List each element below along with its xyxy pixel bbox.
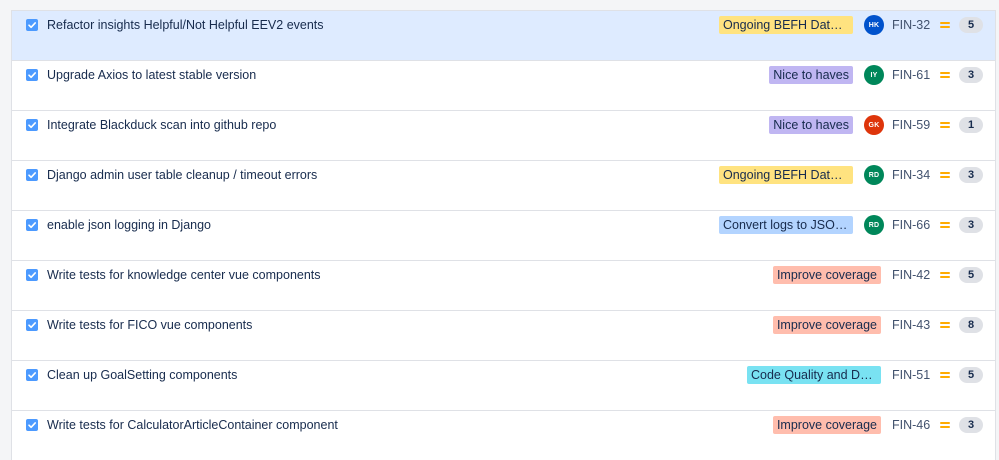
- epic-lozenge[interactable]: Code Quality and Doc...: [747, 366, 881, 384]
- issue-type-task-icon: [26, 419, 38, 431]
- issue-summary[interactable]: enable json logging in Django: [47, 217, 211, 233]
- issue-row-7[interactable]: Write tests for FICO vue components Impr…: [12, 310, 995, 360]
- epic-lozenge[interactable]: Improve coverage: [772, 316, 881, 334]
- priority-medium-icon: [939, 69, 951, 81]
- priority-medium-icon: [939, 269, 951, 281]
- story-points-badge: 8: [959, 317, 983, 333]
- issue-row-4[interactable]: Django admin user table cleanup / timeou…: [12, 160, 995, 210]
- issue-meta: Improve coverage FIN-42 5: [772, 266, 983, 284]
- assignee-avatar[interactable]: RD: [864, 165, 884, 185]
- issue-meta: Nice to haves IY FIN-61 3: [769, 65, 983, 85]
- priority-medium-icon: [939, 319, 951, 331]
- story-points-badge: 1: [959, 117, 983, 133]
- issue-row-2[interactable]: Upgrade Axios to latest stable version N…: [12, 60, 995, 110]
- issue-key[interactable]: FIN-66: [892, 218, 932, 232]
- issue-row-1[interactable]: Refactor insights Helpful/Not Helpful EE…: [12, 10, 995, 60]
- issue-key[interactable]: FIN-32: [892, 18, 932, 32]
- priority-medium-icon: [939, 169, 951, 181]
- issue-key[interactable]: FIN-43: [892, 318, 932, 332]
- issue-summary[interactable]: Integrate Blackduck scan into github rep…: [47, 117, 276, 133]
- epic-lozenge[interactable]: Ongoing BEFH Data M...: [719, 16, 853, 34]
- issue-list: Refactor insights Helpful/Not Helpful EE…: [11, 10, 996, 460]
- issue-type-task-icon: [26, 319, 38, 331]
- issue-row-6[interactable]: Write tests for knowledge center vue com…: [12, 260, 995, 310]
- issue-row-5[interactable]: enable json logging in Django Convert lo…: [12, 210, 995, 260]
- story-points-badge: 3: [959, 67, 983, 83]
- story-points-badge: 3: [959, 217, 983, 233]
- issue-meta: Improve coverage FIN-43 8: [772, 316, 983, 334]
- story-points-badge: 5: [959, 267, 983, 283]
- issue-meta: Ongoing BEFH Data M... HK FIN-32 5: [719, 15, 983, 35]
- issue-summary[interactable]: Clean up GoalSetting components: [47, 367, 237, 383]
- issue-row-3[interactable]: Integrate Blackduck scan into github rep…: [12, 110, 995, 160]
- issue-meta: Convert logs to JSON ... RD FIN-66 3: [719, 215, 983, 235]
- issue-key[interactable]: FIN-34: [892, 168, 932, 182]
- epic-lozenge[interactable]: Nice to haves: [769, 66, 853, 84]
- issue-summary[interactable]: Write tests for CalculatorArticleContain…: [47, 417, 338, 433]
- issue-key[interactable]: FIN-51: [892, 368, 932, 382]
- priority-medium-icon: [939, 219, 951, 231]
- story-points-badge: 3: [959, 167, 983, 183]
- issue-key[interactable]: FIN-42: [892, 268, 932, 282]
- assignee-avatar[interactable]: IY: [864, 65, 884, 85]
- issue-type-task-icon: [26, 269, 38, 281]
- epic-lozenge[interactable]: Convert logs to JSON ...: [719, 216, 853, 234]
- issue-summary[interactable]: Write tests for knowledge center vue com…: [47, 267, 321, 283]
- issue-key[interactable]: FIN-59: [892, 118, 932, 132]
- assignee-avatar[interactable]: GK: [864, 115, 884, 135]
- issue-key[interactable]: FIN-46: [892, 418, 932, 432]
- epic-lozenge[interactable]: Ongoing BEFH Data M...: [719, 166, 853, 184]
- issue-summary[interactable]: Write tests for FICO vue components: [47, 317, 252, 333]
- priority-medium-icon: [939, 19, 951, 31]
- issue-key[interactable]: FIN-61: [892, 68, 932, 82]
- issue-type-task-icon: [26, 69, 38, 81]
- issue-meta: Nice to haves GK FIN-59 1: [769, 115, 983, 135]
- story-points-badge: 5: [959, 367, 983, 383]
- issue-row-8[interactable]: Clean up GoalSetting components Code Qua…: [12, 360, 995, 410]
- story-points-badge: 3: [959, 417, 983, 433]
- priority-medium-icon: [939, 119, 951, 131]
- issue-type-task-icon: [26, 219, 38, 231]
- issue-meta: Improve coverage FIN-46 3: [772, 416, 983, 434]
- epic-lozenge[interactable]: Improve coverage: [772, 416, 881, 434]
- priority-medium-icon: [939, 419, 951, 431]
- priority-medium-icon: [939, 369, 951, 381]
- issue-meta: Code Quality and Doc... FIN-51 5: [747, 366, 983, 384]
- epic-lozenge[interactable]: Nice to haves: [769, 116, 853, 134]
- issue-type-task-icon: [26, 119, 38, 131]
- issue-row-9[interactable]: Write tests for CalculatorArticleContain…: [12, 410, 995, 460]
- issue-type-task-icon: [26, 369, 38, 381]
- issue-meta: Ongoing BEFH Data M... RD FIN-34 3: [719, 165, 983, 185]
- story-points-badge: 5: [959, 17, 983, 33]
- epic-lozenge[interactable]: Improve coverage: [772, 266, 881, 284]
- issue-summary[interactable]: Refactor insights Helpful/Not Helpful EE…: [47, 17, 324, 33]
- issue-type-task-icon: [26, 169, 38, 181]
- assignee-avatar[interactable]: HK: [864, 15, 884, 35]
- issue-summary[interactable]: Upgrade Axios to latest stable version: [47, 67, 256, 83]
- assignee-avatar[interactable]: RD: [864, 215, 884, 235]
- issue-summary[interactable]: Django admin user table cleanup / timeou…: [47, 167, 317, 183]
- issue-type-task-icon: [26, 19, 38, 31]
